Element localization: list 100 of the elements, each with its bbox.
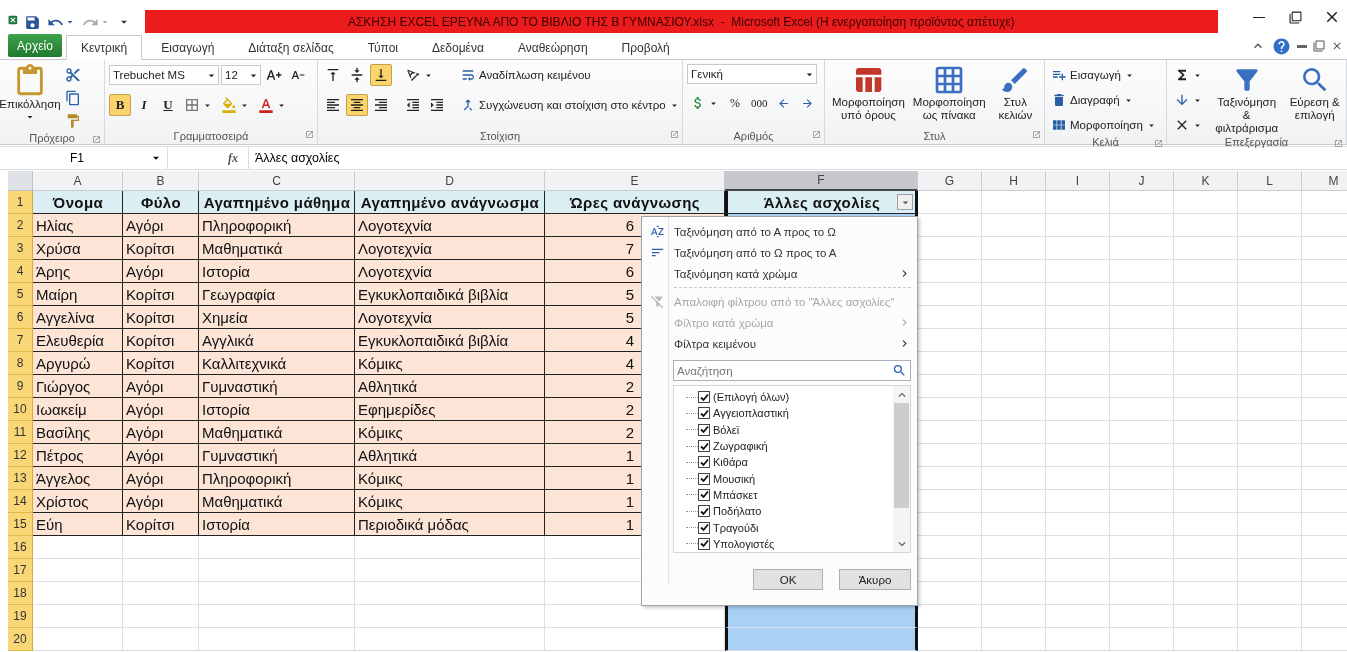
row-number[interactable]: 6	[8, 306, 33, 329]
font-style-button[interactable]: U	[157, 94, 179, 116]
checkbox[interactable]	[698, 505, 710, 518]
column-header[interactable]: D	[355, 171, 545, 191]
checkbox[interactable]	[698, 456, 710, 469]
column-header[interactable]: E	[545, 171, 725, 191]
scrollbar[interactable]	[893, 386, 910, 552]
file-tab[interactable]: Αρχείο	[8, 34, 62, 57]
ribbon-tab[interactable]: Αναθεώρηση	[502, 35, 603, 60]
table-cell	[1046, 559, 1110, 582]
row-number[interactable]: 10	[8, 398, 33, 421]
column-header[interactable]: B	[123, 171, 199, 191]
column-header[interactable]: M	[1302, 171, 1347, 191]
launch-icon	[670, 130, 679, 139]
checkbox[interactable]	[698, 472, 710, 485]
column-header[interactable]: J	[1110, 171, 1174, 191]
thousands-button[interactable]: 000	[748, 92, 771, 114]
ribbon-tab[interactable]: Προβολή	[606, 35, 685, 60]
table-cell: Μαθηματικά	[199, 490, 355, 513]
row-number[interactable]: 19	[8, 605, 33, 628]
cells-button[interactable]: Μορφοποίηση	[1049, 114, 1159, 136]
font-size-field[interactable]: 12	[221, 65, 261, 85]
save-icon	[23, 13, 41, 31]
percent-button[interactable]: %	[724, 92, 746, 114]
table-cell: Αθλητικά	[355, 444, 545, 467]
table-cell	[1046, 421, 1110, 444]
table-cell	[982, 260, 1046, 283]
table-cell: Ελευθερία	[33, 329, 123, 352]
font-style-button[interactable]: I	[133, 94, 155, 116]
dialog-button[interactable]: OK	[753, 569, 823, 590]
copy-icon	[65, 90, 81, 106]
row-number[interactable]: 1	[8, 191, 33, 214]
row-number[interactable]: 9	[8, 375, 33, 398]
column-header[interactable]: L	[1238, 171, 1302, 191]
checkbox[interactable]	[698, 521, 710, 534]
name-box[interactable]: F1	[8, 147, 168, 169]
row-number[interactable]: 5	[8, 283, 33, 306]
formula-field[interactable]: Άλλες ασχολίες	[248, 147, 1347, 169]
style-button[interactable]: Μορφοποίηση ως πίνακα	[909, 64, 989, 123]
wrap-text-button[interactable]: Αναδίπλωση κειμένου	[458, 64, 682, 86]
number-format-field[interactable]: Γενική	[687, 64, 817, 84]
ribbon-tab[interactable]: Δεδομένα	[417, 35, 499, 60]
row-number[interactable]: 17	[8, 559, 33, 582]
column-header[interactable]: I	[1046, 171, 1110, 191]
table-cell	[1046, 490, 1110, 513]
row-number[interactable]: 7	[8, 329, 33, 352]
row-number[interactable]: 11	[8, 421, 33, 444]
row-number[interactable]: 3	[8, 237, 33, 260]
function-label[interactable]: fx	[228, 150, 238, 166]
checkbox[interactable]	[698, 440, 710, 453]
checkbox[interactable]	[698, 537, 710, 550]
editing-button[interactable]: Ταξινόμηση & φιλτράρισμα	[1210, 64, 1284, 136]
grid-icon	[1051, 117, 1067, 133]
font-name-field[interactable]: Trebuchet MS	[109, 65, 219, 85]
column-header[interactable]: C	[199, 171, 355, 191]
row-number[interactable]: 8	[8, 352, 33, 375]
cells-button[interactable]: Εισαγωγή	[1049, 64, 1159, 86]
ribbon-tab[interactable]: Διάταξη σελίδας	[233, 35, 349, 60]
table-cell	[1174, 467, 1238, 490]
row-number[interactable]: 15	[8, 513, 33, 536]
launch-icon	[1154, 139, 1163, 148]
row-number[interactable]: 20	[8, 628, 33, 651]
dialog-button[interactable]: Άκυρο	[839, 569, 911, 590]
ribbon-tab[interactable]: Τύποι	[352, 35, 413, 60]
table-cell	[982, 306, 1046, 329]
font-style-button[interactable]: B	[109, 94, 131, 116]
row-number[interactable]: 14	[8, 490, 33, 513]
horizontal-align-button[interactable]	[346, 94, 368, 116]
table-cell	[1046, 191, 1110, 214]
style-button[interactable]: Στυλ κελιών	[990, 64, 1040, 123]
vertical-align-button[interactable]	[370, 64, 392, 86]
column-header[interactable]: A	[33, 171, 123, 191]
search-field[interactable]: Αναζήτηση	[673, 360, 911, 381]
column-header[interactable]: H	[982, 171, 1046, 191]
column-header[interactable]: G	[918, 171, 982, 191]
column-header[interactable]: K	[1174, 171, 1238, 191]
checkbox[interactable]	[698, 407, 710, 420]
group-label: Πρόχειρο	[29, 132, 75, 144]
ribbon-tab[interactable]: Εισαγωγή	[146, 35, 230, 60]
text-color-icon	[258, 97, 274, 113]
table-cell	[982, 467, 1046, 490]
scissors-icon	[65, 67, 81, 83]
style-button[interactable]: Μορφοποίηση υπό όρους	[829, 64, 908, 123]
ribbon-tab[interactable]: Κεντρική	[66, 35, 143, 60]
checkbox[interactable]	[698, 423, 710, 436]
indent-icon	[429, 97, 445, 113]
merge-center-button[interactable]: Συγχώνευση και στοίχιση στο κέντρο	[458, 94, 682, 116]
column-header[interactable]: F	[725, 171, 918, 191]
row-number[interactable]: 4	[8, 260, 33, 283]
table-cell: Ιστορία	[199, 260, 355, 283]
editing-button[interactable]: Εύρεση & επιλογή	[1287, 64, 1342, 123]
checkbox[interactable]	[698, 391, 710, 404]
cells-button[interactable]: Διαγραφή	[1049, 89, 1159, 111]
checkbox[interactable]	[698, 488, 710, 501]
row-number[interactable]: 2	[8, 214, 33, 237]
row-number[interactable]: 12	[8, 444, 33, 467]
row-number[interactable]: 18	[8, 582, 33, 605]
row-number[interactable]: 13	[8, 467, 33, 490]
row-number[interactable]: 16	[8, 536, 33, 559]
table-cell: Αγόρι	[123, 444, 199, 467]
